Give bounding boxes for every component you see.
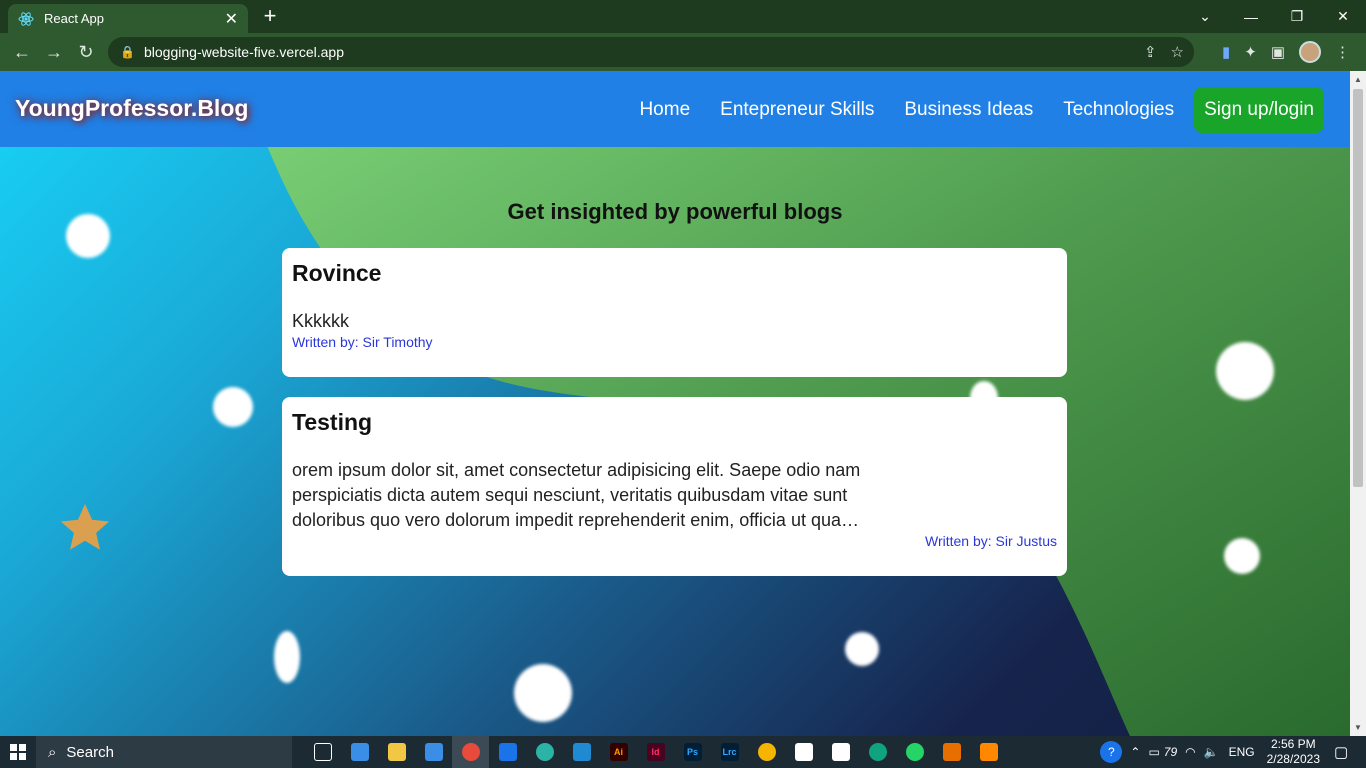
- snowflake-decoration: [1216, 342, 1274, 400]
- illustrator-icon[interactable]: Ai: [600, 736, 637, 768]
- chatgpt-icon[interactable]: [859, 736, 896, 768]
- close-window-icon[interactable]: ✕: [1320, 0, 1366, 33]
- battery-icon[interactable]: ▭: [1148, 745, 1159, 759]
- extensions-puzzle-icon[interactable]: ✦: [1244, 43, 1257, 61]
- taskbar-search-label: Search: [66, 743, 114, 761]
- vscode-icon[interactable]: [563, 736, 600, 768]
- extension-doc-icon[interactable]: ▮: [1222, 43, 1230, 61]
- app-icon[interactable]: [785, 736, 822, 768]
- blog-card[interactable]: Rovince Kkkkkk Written by: Sir Timothy: [282, 248, 1067, 377]
- edge-icon[interactable]: [526, 736, 563, 768]
- nav-home[interactable]: Home: [639, 99, 690, 121]
- whatsapp-icon[interactable]: [896, 736, 933, 768]
- page-heading: Get insighted by powerful blogs: [507, 199, 843, 224]
- wallet-icon[interactable]: [489, 736, 526, 768]
- language-indicator[interactable]: ENG: [1229, 745, 1255, 759]
- new-tab-plus-icon[interactable]: +: [258, 5, 282, 29]
- bookmark-star-icon[interactable]: ☆: [1171, 43, 1184, 61]
- blog-author[interactable]: Written by: Sir Timothy: [292, 334, 1057, 350]
- forward-arrow-icon[interactable]: →: [38, 36, 70, 68]
- site-logo[interactable]: YoungProfessor.Blog: [15, 95, 248, 122]
- wifi-icon[interactable]: ◠: [1185, 745, 1195, 759]
- blog-author[interactable]: Written by: Sir Justus: [292, 533, 1057, 549]
- tab-search-chevron-icon[interactable]: ⌄: [1182, 0, 1228, 33]
- side-panel-icon[interactable]: ▣: [1271, 43, 1285, 61]
- windows-start-icon[interactable]: [0, 736, 36, 768]
- blog-excerpt: Kkkkkk: [292, 311, 350, 331]
- snowflake-decoration: [514, 664, 572, 722]
- lightroom-classic-icon[interactable]: Lrc: [711, 736, 748, 768]
- java-icon[interactable]: [933, 736, 970, 768]
- battery-percentage: 79: [1163, 745, 1178, 759]
- clock-date: 2/28/2023: [1266, 752, 1320, 766]
- back-arrow-icon[interactable]: ←: [6, 36, 38, 68]
- url-text: blogging-website-five.vercel.app: [144, 44, 344, 60]
- chrome-icon[interactable]: [452, 736, 489, 768]
- snowflake-decoration: [845, 632, 879, 666]
- blog-title[interactable]: Rovince: [292, 260, 1057, 287]
- search-icon: ⌕: [48, 743, 57, 761]
- site-header: YoungProfessor.Blog Home Entepreneur Ski…: [0, 71, 1350, 147]
- chevron-up-icon[interactable]: ⌃: [1130, 745, 1140, 759]
- app-icon[interactable]: [822, 736, 859, 768]
- scroll-up-icon[interactable]: ▲: [1354, 75, 1362, 84]
- web-page: YoungProfessor.Blog Home Entepreneur Ski…: [0, 71, 1350, 736]
- minimize-icon[interactable]: —: [1228, 0, 1274, 33]
- blog-card[interactable]: Testing orem ipsum dolor sit, amet conse…: [282, 397, 1067, 576]
- reload-icon[interactable]: ↻: [70, 36, 102, 68]
- indesign-icon[interactable]: Id: [637, 736, 674, 768]
- signup-login-button[interactable]: Sign up/login: [1194, 87, 1324, 133]
- blog-title[interactable]: Testing: [292, 409, 1057, 436]
- task-view-icon[interactable]: [304, 736, 341, 768]
- notification-icon[interactable]: ▢: [1334, 743, 1354, 761]
- react-icon: [18, 11, 34, 27]
- windows-taskbar: ⌕ Search Ai Id Ps Lrc ? ⌃ ▭ 79 ◠ 🔈 ENG 2…: [0, 736, 1366, 768]
- help-icon[interactable]: ?: [1100, 741, 1123, 763]
- nav-technologies[interactable]: Technologies: [1063, 99, 1174, 121]
- browser-tab-strip: React App ✕ + ⌄ — ❐ ✕: [0, 0, 1366, 33]
- mail-icon[interactable]: [415, 736, 452, 768]
- main-nav: Home Entepreneur Skills Business Ideas T…: [609, 87, 1324, 133]
- nav-entrepreneur-skills[interactable]: Entepreneur Skills: [720, 99, 874, 121]
- share-icon[interactable]: ⇪: [1144, 43, 1157, 61]
- taskbar-clock[interactable]: 2:56 PM 2/28/2023: [1267, 737, 1320, 767]
- photoshop-icon[interactable]: Ps: [674, 736, 711, 768]
- page-scrollbar[interactable]: ▲ ▼: [1350, 71, 1366, 736]
- address-bar[interactable]: 🔒 blogging-website-five.vercel.app ⇪ ☆: [108, 37, 1194, 67]
- lock-icon: 🔒: [120, 45, 135, 59]
- blog-excerpt: orem ipsum dolor sit, amet consectetur a…: [292, 460, 861, 530]
- tab-close-icon[interactable]: ✕: [225, 9, 238, 29]
- drive-icon[interactable]: [748, 736, 785, 768]
- file-explorer-icon[interactable]: [378, 736, 415, 768]
- menu-dots-icon[interactable]: ⋮: [1335, 43, 1350, 61]
- profile-avatar[interactable]: [1299, 41, 1321, 63]
- tab-title: React App: [44, 11, 104, 26]
- browser-toolbar: ← → ↻ 🔒 blogging-website-five.vercel.app…: [0, 33, 1366, 71]
- nav-business-ideas[interactable]: Business Ideas: [904, 99, 1033, 121]
- snowflake-decoration: [213, 387, 253, 427]
- browser-tab[interactable]: React App ✕: [8, 4, 248, 33]
- store-icon[interactable]: [341, 736, 378, 768]
- snowflake-decoration: [1224, 538, 1260, 574]
- snowflake-decoration: [274, 631, 300, 683]
- clock-time: 2:56 PM: [1270, 737, 1316, 751]
- scrollbar-thumb[interactable]: [1353, 89, 1363, 487]
- star-icon: [56, 499, 114, 557]
- scroll-down-icon[interactable]: ▼: [1354, 723, 1362, 732]
- volume-icon[interactable]: 🔈: [1204, 745, 1219, 759]
- system-tray: ? ⌃ ▭ 79 ◠ 🔈 ENG 2:56 PM 2/28/2023 ▢: [1100, 736, 1366, 768]
- vlc-icon[interactable]: [970, 736, 1007, 768]
- taskbar-search[interactable]: ⌕ Search: [36, 736, 292, 768]
- restore-icon[interactable]: ❐: [1274, 0, 1320, 33]
